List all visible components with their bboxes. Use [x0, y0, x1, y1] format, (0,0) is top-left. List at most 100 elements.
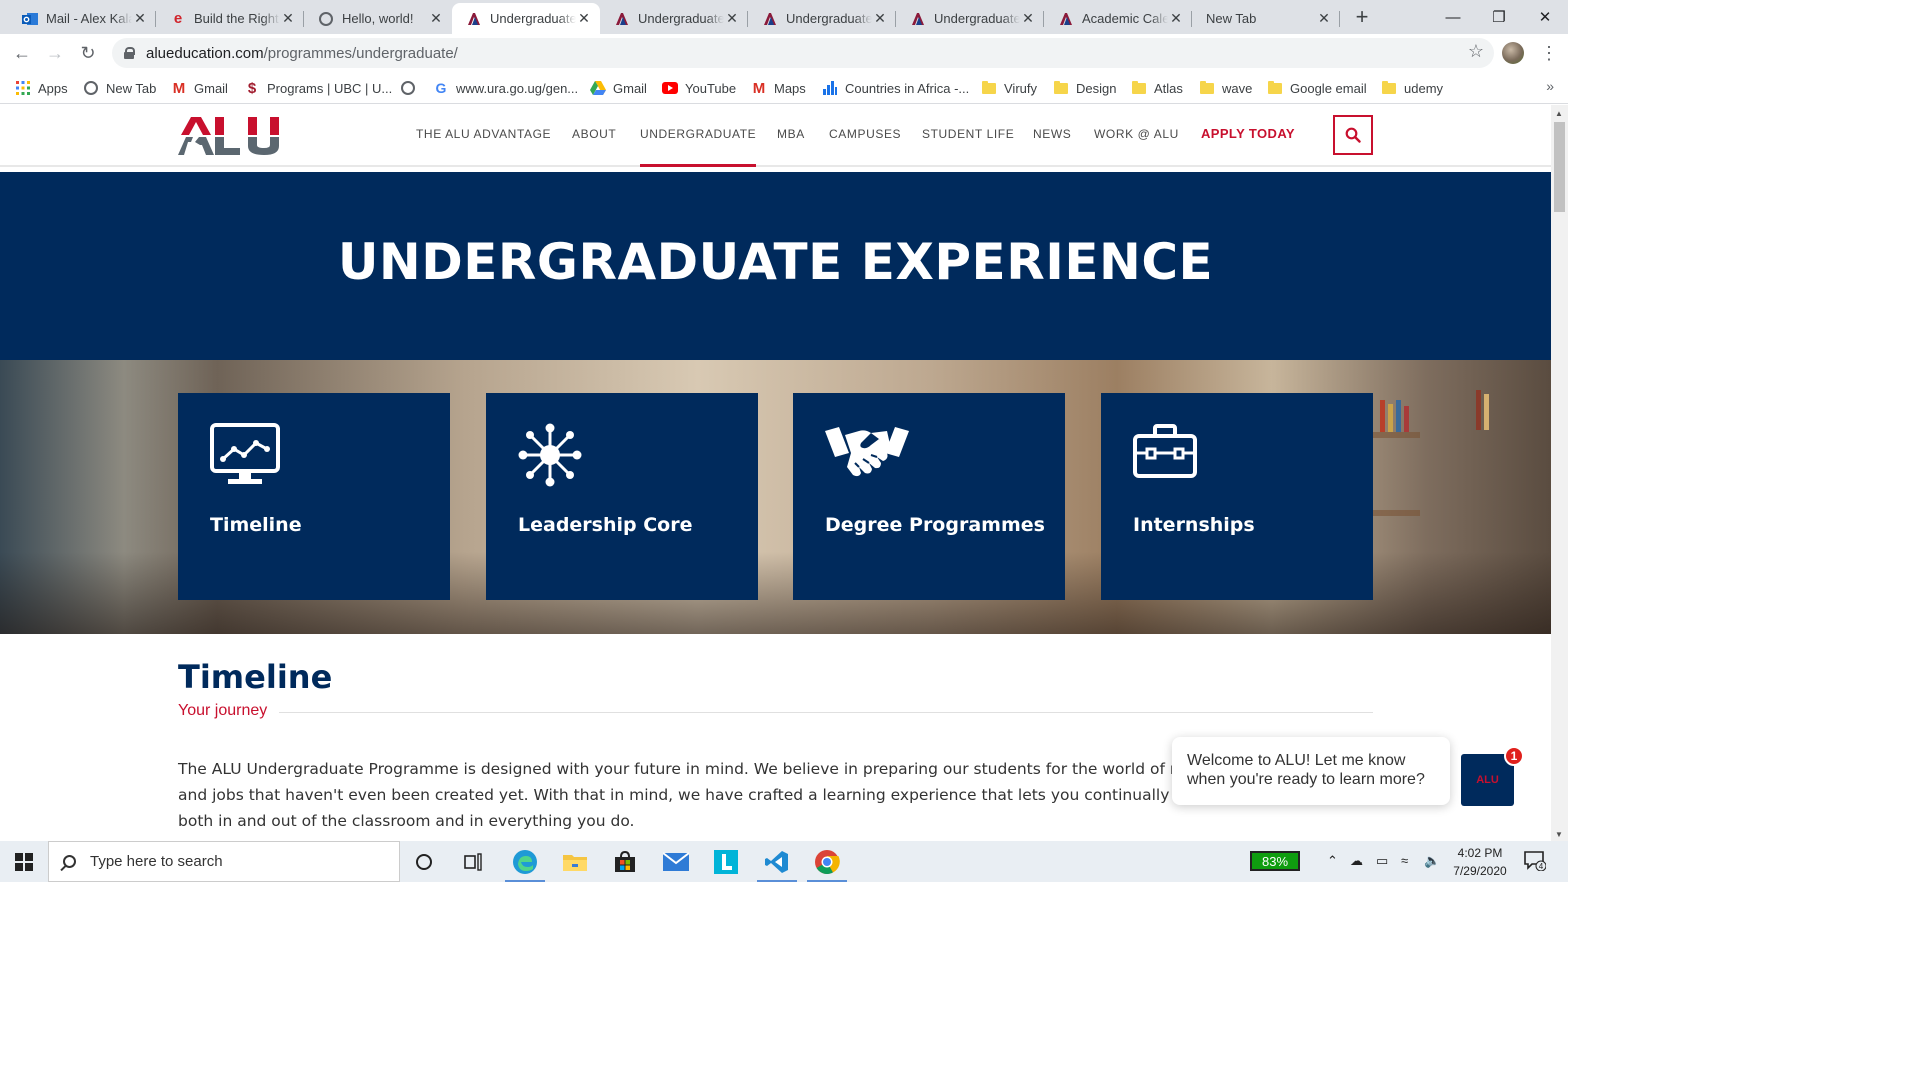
bookmark-folder-atlas[interactable]: Atlas [1131, 78, 1183, 98]
tab-undergraduate[interactable]: Undergraduate ✕ [748, 3, 896, 34]
bookmark-gmail-drive[interactable]: Gmail [590, 78, 647, 98]
bookmark-gmail[interactable]: M Gmail [171, 78, 228, 98]
bookmark-folder-virufy[interactable]: Virufy [981, 78, 1037, 98]
chat-message: Welcome to ALU! Let me know when you're … [1187, 752, 1425, 788]
back-arrow-icon[interactable]: ← [10, 41, 34, 65]
tab-undergraduate-active[interactable]: Undergraduate ✕ [452, 3, 600, 34]
card-leadership-core[interactable]: Leadership Core [486, 393, 758, 600]
close-tab-icon[interactable]: ✕ [724, 10, 740, 27]
address-bar[interactable]: alueducation.com/programmes/undergraduat… [112, 38, 1494, 68]
bar-chart-icon [822, 80, 838, 96]
site-search-button[interactable] [1333, 115, 1373, 155]
bookmark-label: YouTube [685, 80, 737, 96]
microsoft-store-icon[interactable] [601, 841, 649, 882]
card-label: Leadership Core [518, 514, 693, 536]
bookmark-label: Countries in Africa -... [845, 80, 970, 96]
tab-undergraduate[interactable]: Undergraduate ✕ [600, 3, 748, 34]
apps-grid-icon [15, 80, 31, 96]
wifi-icon[interactable]: ≈ [1401, 853, 1408, 868]
action-center-icon[interactable]: 4 [1524, 851, 1547, 872]
nav-student-life[interactable]: STUDENT LIFE [922, 127, 1014, 141]
bookmark-folder-udemy[interactable]: udemy [1381, 78, 1443, 98]
chat-welcome-bubble[interactable]: Welcome to ALU! Let me know when you're … [1172, 737, 1450, 805]
tab-new-tab[interactable]: New Tab ✕ [1192, 3, 1340, 34]
profile-avatar[interactable] [1502, 42, 1524, 64]
nav-alu-advantage[interactable]: THE ALU ADVANTAGE [416, 127, 551, 141]
card-degree-programmes[interactable]: Degree Programmes [793, 393, 1065, 600]
tab-academic-calendar[interactable]: Academic Calen ✕ [1044, 3, 1192, 34]
onedrive-cloud-icon[interactable]: ☁ [1350, 853, 1363, 869]
alu-logo[interactable] [178, 115, 282, 160]
scroll-up-icon[interactable]: ▲ [1555, 109, 1563, 118]
nav-work-at-alu[interactable]: WORK @ ALU [1094, 127, 1179, 141]
bookmark-folder-google-email[interactable]: Google email [1267, 78, 1367, 98]
close-tab-icon[interactable]: ✕ [1168, 10, 1184, 27]
folder-icon [1131, 80, 1147, 96]
volume-icon[interactable]: 🔈 [1424, 853, 1440, 869]
bookmark-folder-wave[interactable]: wave [1199, 78, 1252, 98]
reload-icon[interactable]: ↻ [76, 41, 100, 65]
taskbar-search-box[interactable]: Type here to search [48, 841, 400, 882]
close-tab-icon[interactable]: ✕ [576, 10, 592, 27]
vscode-icon[interactable] [753, 841, 801, 882]
tab-build-the-right[interactable]: e Build the Right ✕ [156, 3, 304, 34]
bookmark-maps[interactable]: M Maps [751, 78, 806, 98]
bookmark-countries-africa[interactable]: Countries in Africa -... [822, 78, 969, 98]
battery-indicator[interactable]: 83% [1250, 851, 1300, 871]
nav-undergraduate[interactable]: UNDERGRADUATE [640, 127, 757, 167]
close-tab-icon[interactable]: ✕ [280, 10, 296, 27]
nav-campuses[interactable]: CAMPUSES [829, 127, 901, 141]
lock-icon[interactable] [124, 47, 135, 59]
bookmark-new-tab[interactable]: New Tab [83, 78, 156, 98]
tab-title: Mail - Alex Kala [46, 11, 132, 26]
bookmark-apps[interactable]: Apps [15, 78, 68, 98]
nav-mba[interactable]: MBA [777, 127, 805, 141]
bookmark-label: New Tab [106, 80, 157, 96]
browser-toolbar: ← → ↻ alueducation.com/programmes/underg… [0, 34, 1568, 72]
bookmark-folder-design[interactable]: Design [1053, 78, 1116, 98]
edge-browser-icon[interactable] [501, 841, 549, 882]
chrome-menu-icon[interactable]: ⋮ [1540, 42, 1558, 64]
card-timeline[interactable]: Timeline [178, 393, 450, 600]
tray-chevron-up-icon[interactable]: ⌃ [1327, 853, 1338, 869]
file-explorer-icon[interactable] [551, 841, 599, 882]
nav-news[interactable]: NEWS [1033, 127, 1071, 141]
scroll-down-icon[interactable]: ▼ [1555, 830, 1563, 839]
tab-mail[interactable]: Mail - Alex Kala ✕ [8, 3, 156, 34]
tab-undergraduate[interactable]: Undergraduate ✕ [896, 3, 1044, 34]
task-view-icon[interactable] [450, 841, 498, 882]
close-window-icon[interactable]: ✕ [1522, 0, 1568, 34]
bookmark-youtube[interactable]: YouTube [662, 78, 736, 98]
bookmark-star-icon[interactable]: ☆ [1468, 41, 1484, 62]
close-tab-icon[interactable]: ✕ [872, 10, 888, 27]
maximize-icon[interactable]: ❐ [1476, 0, 1522, 34]
bookmark-ura[interactable]: G www.ura.go.ug/gen... [433, 78, 579, 98]
close-tab-icon[interactable]: ✕ [132, 10, 148, 27]
chrome-icon[interactable] [803, 841, 851, 882]
app-l-icon[interactable] [702, 841, 750, 882]
close-tab-icon[interactable]: ✕ [1020, 10, 1036, 27]
page-scrollbar[interactable]: ▲ ▼ [1551, 105, 1568, 841]
scrollbar-thumb[interactable] [1554, 122, 1565, 212]
globe-icon [318, 11, 334, 27]
card-internships[interactable]: Internships [1101, 393, 1373, 600]
divider [178, 712, 1373, 713]
taskbar-clock[interactable]: 4:02 PM 7/29/2020 [1440, 844, 1520, 880]
nav-about[interactable]: ABOUT [572, 127, 616, 141]
new-tab-plus-icon[interactable]: + [1350, 6, 1374, 30]
url-path: /programmes/undergraduate/ [263, 44, 458, 62]
start-button[interactable] [0, 841, 48, 882]
bookmark-globe[interactable] [400, 78, 423, 98]
mail-app-icon[interactable] [652, 841, 700, 882]
bookmarks-overflow-icon[interactable]: » [1546, 78, 1554, 94]
cortana-icon[interactable] [400, 841, 448, 882]
close-tab-icon[interactable]: ✕ [428, 10, 444, 27]
forward-arrow-icon[interactable]: → [43, 41, 67, 65]
minimize-icon[interactable]: — [1430, 0, 1476, 34]
apply-today-link[interactable]: APPLY TODAY [1201, 126, 1295, 141]
close-tab-icon[interactable]: ✕ [1316, 10, 1332, 27]
battery-icon[interactable]: ▭ [1376, 853, 1388, 869]
tab-hello-world[interactable]: Hello, world! ✕ [304, 3, 452, 34]
tab-title: Academic Calen [1082, 11, 1168, 26]
bookmark-ubc[interactable]: $ Programs | UBC | U... [244, 78, 392, 98]
